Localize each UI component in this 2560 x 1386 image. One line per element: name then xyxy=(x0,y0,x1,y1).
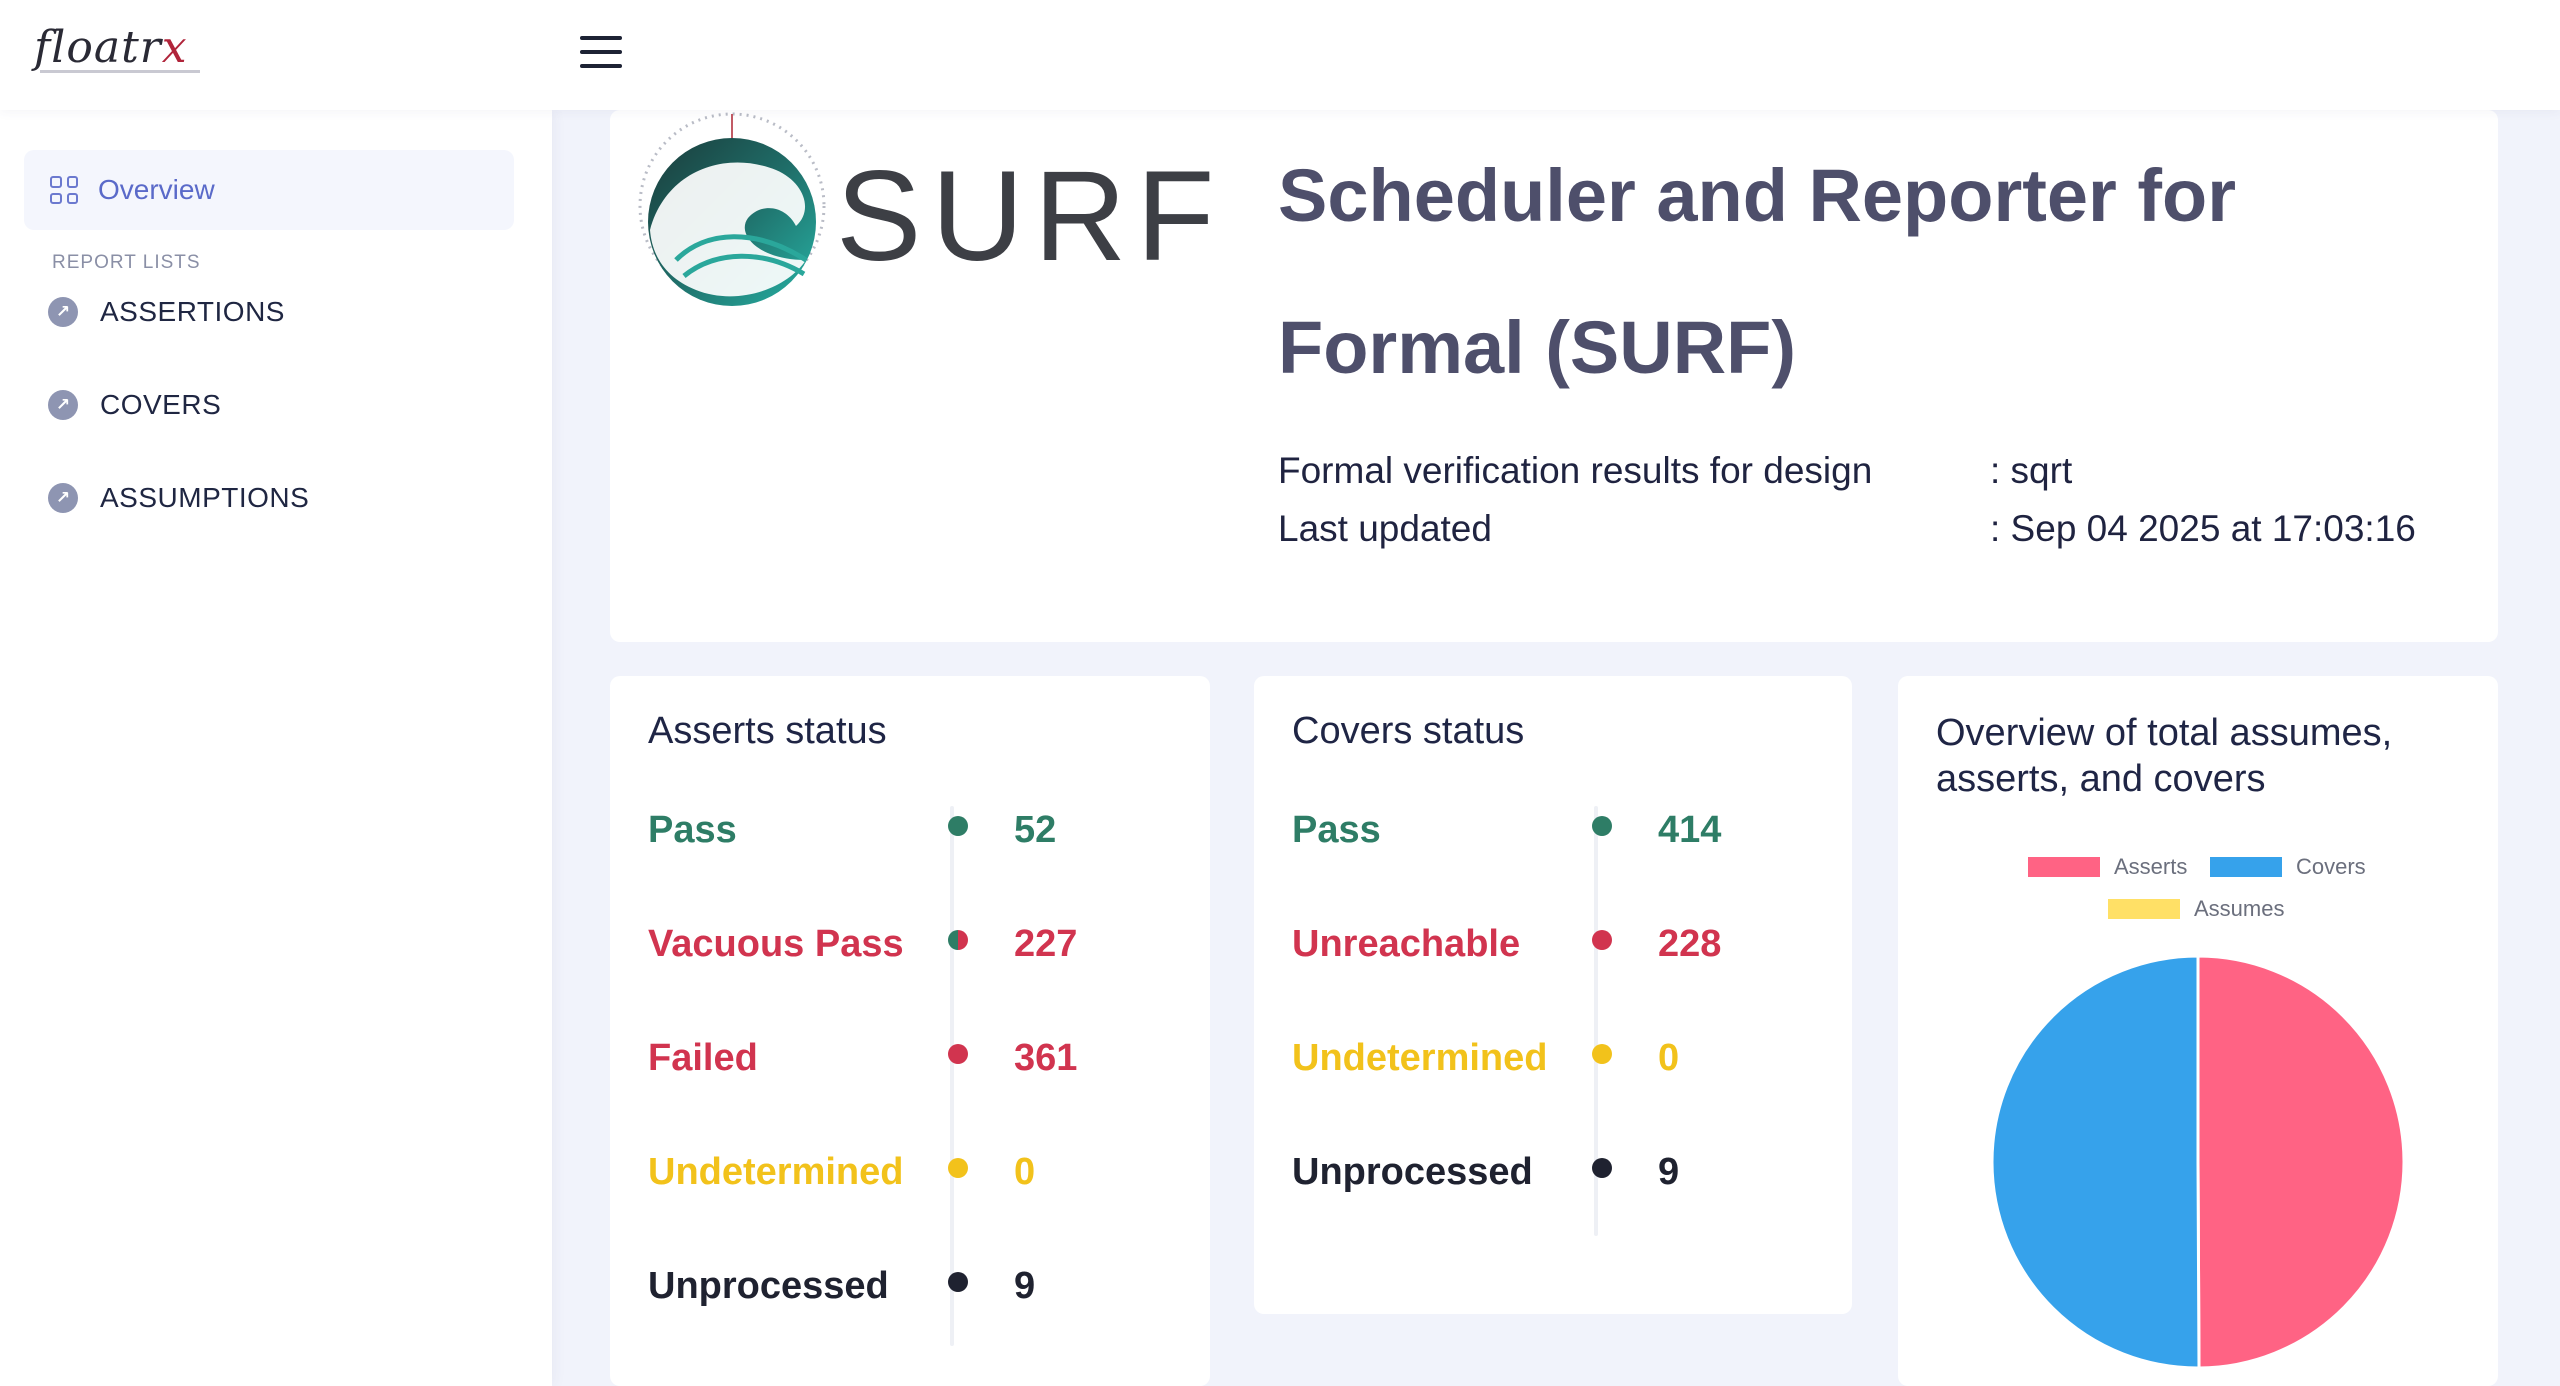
card-title: Overview of total assumes, asserts, and … xyxy=(1936,712,2393,800)
stat-value: 0 xyxy=(1658,1037,1680,1079)
legend-swatch xyxy=(2210,857,2282,877)
status-dot-icon xyxy=(948,1158,968,1178)
page-title: Scheduler and Reporter for Formal (SURF) xyxy=(1278,154,2237,389)
stat-unprocessed[interactable]: Unprocessed 9 xyxy=(648,1256,1188,1316)
updated-value: : Sep 04 2025 at 17:03:16 xyxy=(1990,508,2416,549)
stat-value: 227 xyxy=(1014,923,1078,965)
stat-pass[interactable]: Pass 414 xyxy=(1292,800,1832,860)
design-label: Formal verification results for design xyxy=(1278,450,1873,491)
updated-label: Last updated xyxy=(1278,508,1492,549)
card-title: Asserts status xyxy=(648,710,887,752)
design-value: : sqrt xyxy=(1990,450,2073,491)
status-dot-icon xyxy=(1592,930,1612,950)
legend-swatch xyxy=(2028,857,2100,877)
stat-failed[interactable]: Failed 361 xyxy=(648,1028,1188,1088)
brand-name-accent: x xyxy=(161,22,188,73)
sidebar-section-label: REPORT LISTS xyxy=(52,252,201,273)
grid-icon xyxy=(50,176,78,204)
stat-unprocessed[interactable]: Unprocessed 9 xyxy=(1292,1142,1832,1202)
brand-name: floatr xyxy=(34,22,162,73)
stat-value: 361 xyxy=(1014,1037,1078,1079)
covers-status-card: Covers status Pass 414 Unreachable 228 U… xyxy=(1254,676,1852,1314)
floatrx-logo[interactable]: floatrx xyxy=(34,22,214,82)
arrow-up-right-icon: ↗ xyxy=(48,483,78,513)
legend-label: Asserts xyxy=(2114,854,2188,879)
stat-label: Unreachable xyxy=(1292,923,1521,965)
stat-value: 228 xyxy=(1658,923,1722,965)
asserts-status-card: Asserts status Pass 52 Vacuous Pass 227 … xyxy=(610,676,1210,1386)
sidebar: Overview REPORT LISTS ↗ ASSERTIONS ↗ COV… xyxy=(0,110,552,1386)
legend-swatch xyxy=(2108,899,2180,919)
arrow-up-right-icon: ↗ xyxy=(48,297,78,327)
status-dot-icon xyxy=(948,930,968,950)
sidebar-item-assertions[interactable]: ↗ ASSERTIONS xyxy=(48,282,285,342)
status-dot-icon xyxy=(1592,816,1612,836)
hamburger-icon-line xyxy=(580,36,622,40)
legend-label: Assumes xyxy=(2194,896,2285,921)
status-dot-icon xyxy=(948,1044,968,1064)
stat-label: Undetermined xyxy=(648,1151,904,1193)
stat-value: 414 xyxy=(1658,809,1722,851)
legend-item-covers[interactable]: Covers xyxy=(2210,854,2366,880)
status-dot-icon xyxy=(948,1272,968,1292)
stat-undetermined[interactable]: Undetermined 0 xyxy=(648,1142,1188,1202)
stat-label: Undetermined xyxy=(1292,1037,1548,1079)
stat-value: 9 xyxy=(1014,1265,1036,1307)
legend-label: Covers xyxy=(2296,854,2366,879)
card-title: Covers status xyxy=(1292,710,1525,752)
stat-value: 0 xyxy=(1014,1151,1036,1193)
logo-text: SURF xyxy=(836,145,1216,288)
hamburger-icon-line xyxy=(580,50,622,54)
surf-logo: SURF xyxy=(638,112,1216,306)
overview-pie-chart[interactable] xyxy=(1988,952,2408,1372)
stat-label: Pass xyxy=(1292,809,1381,851)
sidebar-item-label: COVERS xyxy=(100,389,222,420)
stat-pass[interactable]: Pass 52 xyxy=(648,800,1188,860)
pie-slice-covers[interactable] xyxy=(1990,954,2201,1370)
top-bar: floatrx xyxy=(0,0,2560,110)
stat-value: 9 xyxy=(1658,1151,1680,1193)
sidebar-item-label: Overview xyxy=(98,174,215,205)
stat-undetermined[interactable]: Undetermined 0 xyxy=(1292,1028,1832,1088)
pie-slice-asserts[interactable] xyxy=(2196,954,2406,1370)
legend-item-assumes[interactable]: Assumes xyxy=(2108,896,2284,922)
status-dot-icon xyxy=(1592,1044,1612,1064)
status-dot-icon xyxy=(1592,1158,1612,1178)
legend-item-asserts[interactable]: Asserts xyxy=(2028,854,2187,880)
stat-label: Unprocessed xyxy=(1292,1151,1533,1193)
stat-label: Pass xyxy=(648,809,737,851)
stat-unreachable[interactable]: Unreachable 228 xyxy=(1292,914,1832,974)
stat-value: 52 xyxy=(1014,809,1057,851)
sidebar-item-label: ASSUMPTIONS xyxy=(100,482,310,513)
overview-chart-card: Overview of total assumes, asserts, and … xyxy=(1898,676,2498,1386)
sidebar-item-assumptions[interactable]: ↗ ASSUMPTIONS xyxy=(48,468,309,528)
hamburger-icon-line xyxy=(580,64,622,68)
report-header-card: SURF Scheduler and Reporter for Formal (… xyxy=(610,110,2498,642)
sidebar-item-covers[interactable]: ↗ COVERS xyxy=(48,375,221,435)
sidebar-item-overview[interactable]: Overview xyxy=(24,150,514,230)
status-dot-icon xyxy=(948,816,968,836)
stat-label: Failed xyxy=(648,1037,758,1079)
stat-vacuous-pass[interactable]: Vacuous Pass 227 xyxy=(648,914,1188,974)
stat-label: Unprocessed xyxy=(648,1265,889,1307)
brand-tagline-bar xyxy=(40,70,200,73)
stat-label: Vacuous Pass xyxy=(648,923,904,965)
menu-toggle-button[interactable] xyxy=(578,32,626,74)
sidebar-item-label: ASSERTIONS xyxy=(100,296,285,327)
arrow-up-right-icon: ↗ xyxy=(48,390,78,420)
